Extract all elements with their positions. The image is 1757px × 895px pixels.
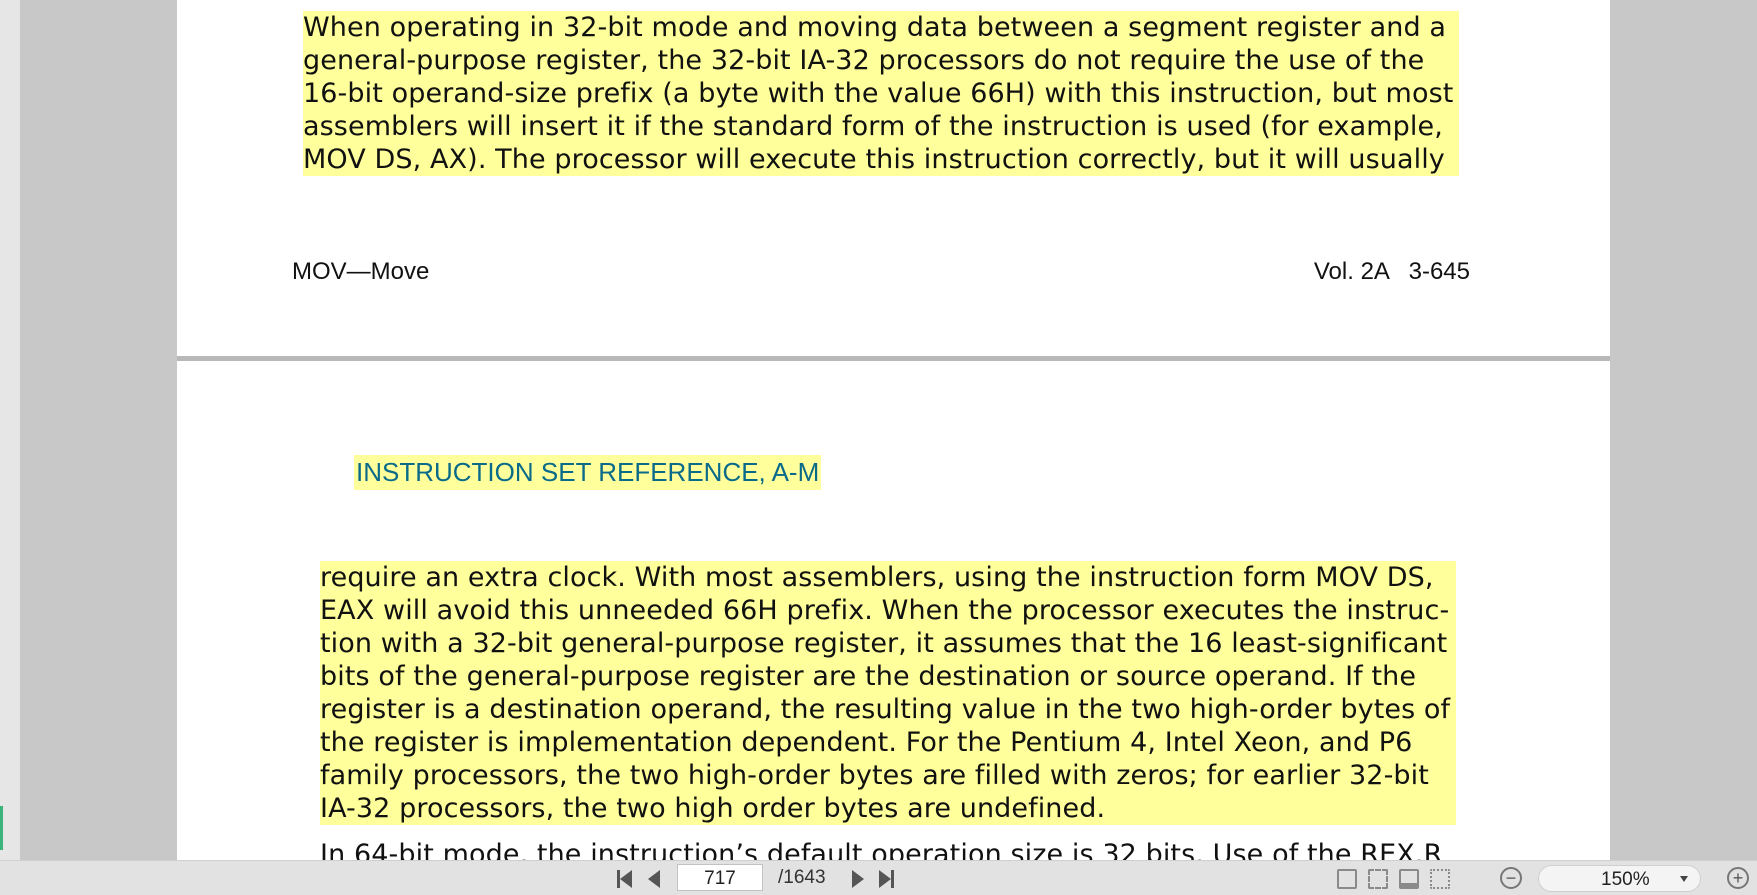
page-number-input[interactable]: 717 [677, 864, 763, 891]
last-page-icon[interactable] [875, 868, 897, 890]
pdf-toolbar: 717 /1643 − 150% + [0, 860, 1757, 895]
next-page-icon[interactable] [847, 868, 869, 890]
paragraph-line: 16-bit operand-size prefix (a byte with … [303, 77, 1460, 110]
paragraph-line: the register is implementation dependent… [320, 726, 1457, 759]
paragraph-line: bits of the general-purpose register are… [320, 660, 1457, 693]
paragraph-line: When operating in 32-bit mode and moving… [303, 11, 1460, 44]
first-page-icon[interactable] [613, 868, 635, 890]
document-viewport[interactable]: When operating in 32-bit mode and moving… [20, 0, 1757, 860]
prev-page-icon[interactable] [643, 868, 665, 890]
next-paragraph-partial: In 64-bit mode, the instruction’s defaul… [320, 839, 1443, 860]
paragraph-line: require an extra clock. With most assemb… [320, 561, 1457, 594]
zoom-value: 150% [1601, 869, 1650, 890]
page-total-count: /1643 [778, 867, 826, 888]
zoom-select[interactable]: 150% [1538, 865, 1701, 892]
left-panel-strip [0, 0, 21, 860]
left-panel-accent [0, 806, 3, 850]
paragraph-line: assemblers will insert it if the standar… [303, 110, 1460, 143]
page-footer-title: MOV—Move [292, 258, 430, 285]
top-page-paragraph: When operating in 32-bit mode and moving… [303, 11, 1460, 176]
single-page-view-icon[interactable] [1337, 869, 1357, 889]
zoom-out-icon[interactable]: − [1500, 867, 1522, 889]
paragraph-line: MOV DS, AX). The processor will execute … [303, 143, 1460, 176]
paragraph-line: EAX will avoid this unneeded 66H prefix.… [320, 594, 1457, 627]
paragraph-line: register is a destination operand, the r… [320, 693, 1457, 726]
bottom-page-paragraph: require an extra clock. With most assemb… [320, 561, 1457, 825]
zoom-in-icon[interactable]: + [1727, 867, 1749, 889]
page-footer-number: Vol. 2A 3-645 [1313, 258, 1470, 285]
paragraph-line: general-purpose register, the 32-bit IA-… [303, 44, 1460, 77]
two-page-view-icon[interactable] [1368, 869, 1388, 889]
continuous-view-icon[interactable] [1399, 869, 1419, 889]
chevron-down-icon [1680, 876, 1688, 882]
page-646: INSTRUCTION SET REFERENCE, A-M require a… [177, 361, 1610, 860]
two-page-continuous-view-icon[interactable] [1430, 869, 1450, 889]
page-645: When operating in 32-bit mode and moving… [177, 0, 1610, 356]
section-header: INSTRUCTION SET REFERENCE, A-M [354, 455, 822, 490]
paragraph-line: family processors, the two high-order by… [320, 759, 1457, 792]
paragraph-line: IA-32 processors, the two high order byt… [320, 792, 1457, 825]
paragraph-line: tion with a 32-bit general-purpose regis… [320, 627, 1457, 660]
